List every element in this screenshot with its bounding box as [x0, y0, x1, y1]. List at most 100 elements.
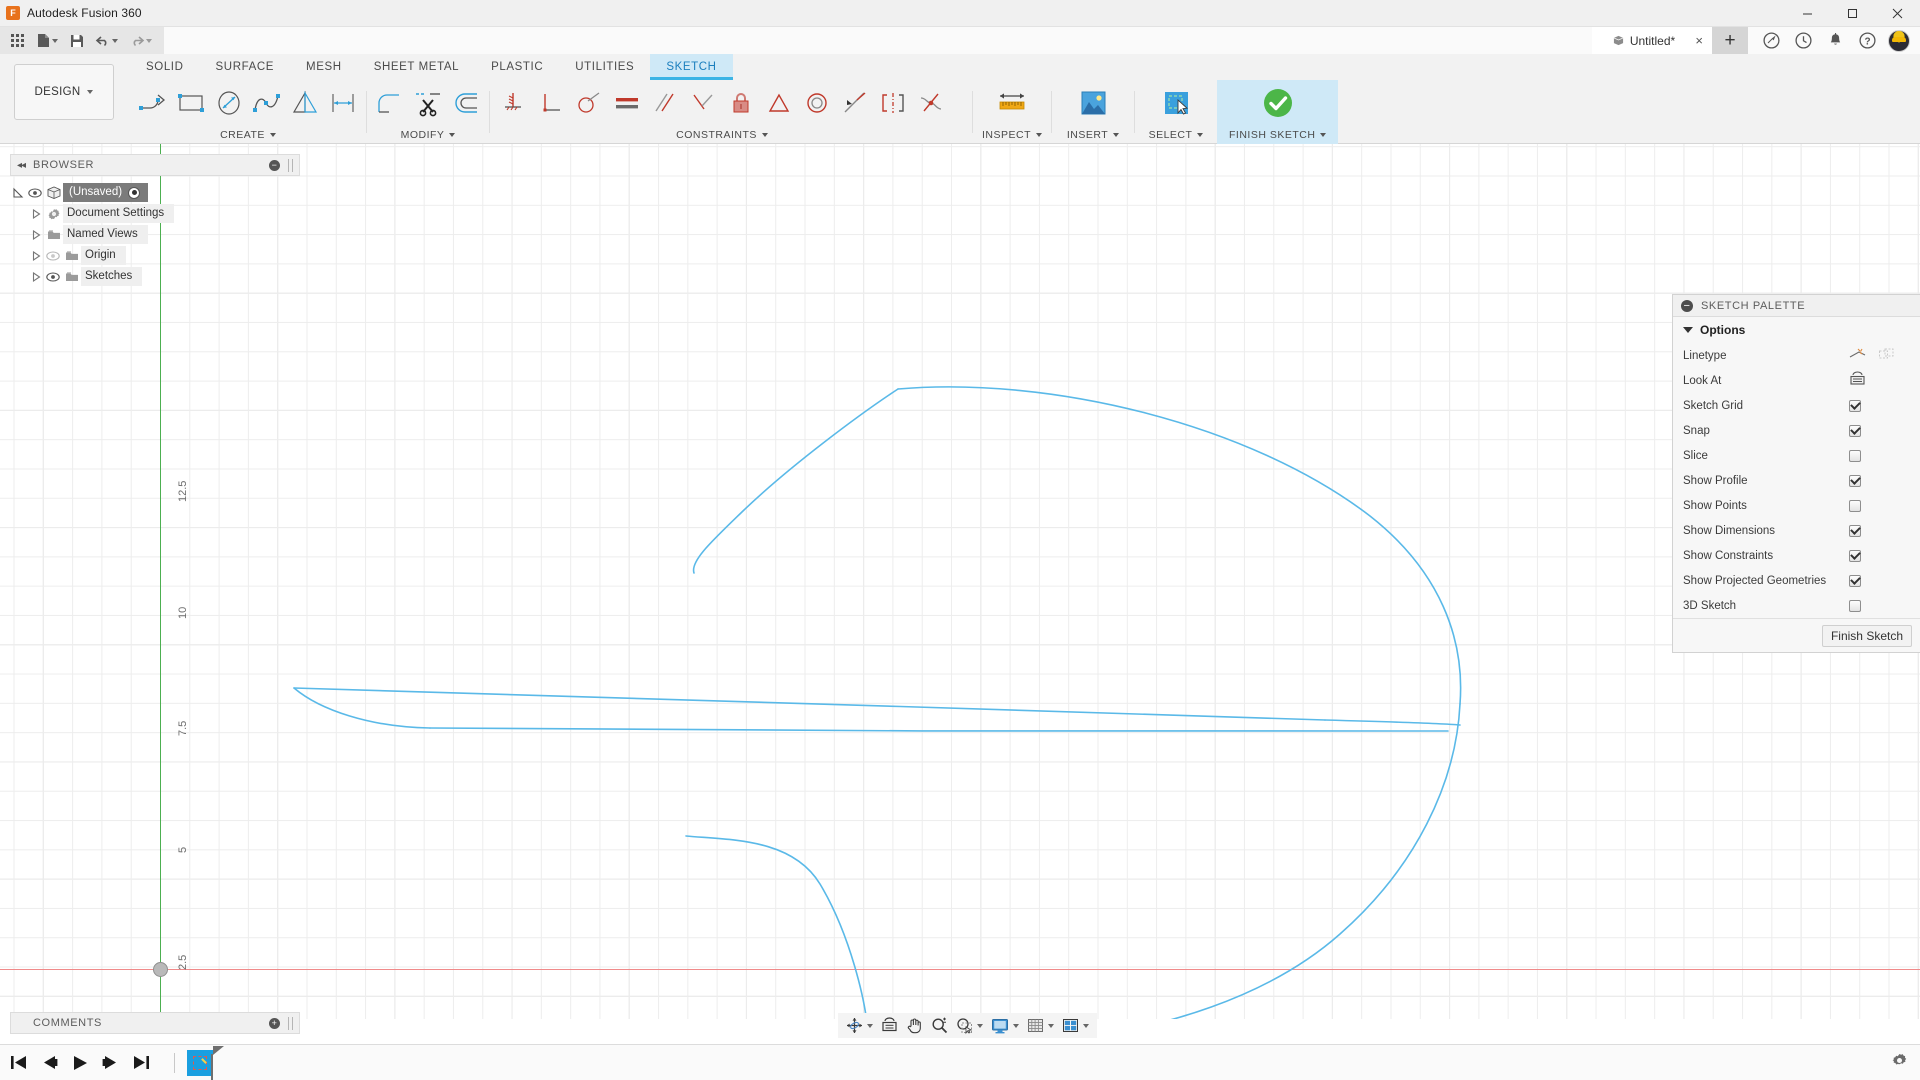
ribbon-group-label-create[interactable]: CREATE — [130, 126, 366, 144]
fix-unfix-icon[interactable] — [494, 81, 532, 125]
insert-image-icon[interactable] — [1070, 81, 1116, 125]
expand-triangle-icon[interactable] — [10, 188, 26, 198]
palette-section-options[interactable]: Options — [1673, 317, 1920, 343]
ribbon-group-label-modify[interactable]: MODIFY — [367, 126, 489, 144]
mirror-icon[interactable] — [286, 81, 324, 125]
notifications-icon[interactable] — [1820, 27, 1850, 54]
activate-component-radio[interactable] — [128, 187, 140, 199]
go-to-beginning-icon[interactable] — [10, 1055, 27, 1070]
browser-item-sketches[interactable]: Sketches — [10, 266, 300, 287]
visibility-eye-off-icon[interactable] — [44, 251, 62, 261]
grid-snaps-icon[interactable] — [1024, 1014, 1057, 1037]
linetype-normal-icon[interactable] — [1849, 347, 1866, 364]
close-icon[interactable] — [1875, 0, 1920, 27]
expand-triangle-icon[interactable] — [28, 209, 44, 219]
expand-triangle-icon[interactable] — [28, 272, 44, 282]
line-icon[interactable] — [134, 81, 172, 125]
collapse-icon[interactable]: ◂◂ — [17, 160, 25, 171]
tab-utilities[interactable]: UTILITIES — [559, 54, 650, 80]
browser-minimize-icon[interactable]: − — [269, 160, 280, 171]
ribbon-group-label-constraints[interactable]: CONSTRAINTS — [490, 126, 954, 144]
ribbon-group-label-insert[interactable]: INSERT — [1052, 126, 1134, 144]
show-constraints-checkbox[interactable] — [1849, 550, 1861, 562]
orbit-icon[interactable] — [843, 1014, 876, 1037]
measure-icon[interactable] — [989, 81, 1035, 125]
step-back-icon[interactable] — [41, 1055, 58, 1070]
undo-icon[interactable] — [90, 29, 124, 53]
zoom-window-icon[interactable] — [953, 1014, 986, 1037]
finish-sketch-button[interactable]: Finish Sketch — [1822, 625, 1912, 647]
concentric-icon[interactable] — [798, 81, 836, 125]
fillet-icon[interactable] — [371, 81, 409, 125]
expand-triangle-icon[interactable] — [28, 251, 44, 261]
browser-item-origin[interactable]: Origin — [10, 245, 300, 266]
show-projected-geometries-checkbox[interactable] — [1849, 575, 1861, 587]
lock-icon[interactable] — [722, 81, 760, 125]
save-icon[interactable] — [64, 29, 90, 53]
timeline-marker-flag[interactable] — [213, 1046, 224, 1055]
timeline-settings-icon[interactable] — [1891, 1052, 1908, 1074]
new-tab-icon[interactable]: + — [1712, 27, 1748, 54]
browser-item-document-settings[interactable]: Document Settings — [10, 203, 300, 224]
trim-icon[interactable] — [409, 81, 447, 125]
visibility-eye-icon[interactable] — [44, 272, 62, 282]
minimize-icon[interactable] — [1785, 0, 1830, 27]
3d-sketch-checkbox[interactable] — [1849, 600, 1861, 612]
browser-item-named-views[interactable]: Named Views — [10, 224, 300, 245]
offset-icon[interactable] — [447, 81, 485, 125]
slice-checkbox[interactable] — [1849, 450, 1861, 462]
visibility-eye-icon[interactable] — [26, 188, 44, 198]
show-dimensions-checkbox[interactable] — [1849, 525, 1861, 537]
select-icon[interactable] — [1153, 81, 1199, 125]
circle-icon[interactable] — [210, 81, 248, 125]
file-icon[interactable] — [30, 29, 64, 53]
redo-icon[interactable] — [124, 29, 158, 53]
document-tab[interactable]: Untitled* × — [1592, 27, 1712, 54]
show-profile-checkbox[interactable] — [1849, 475, 1861, 487]
close-tab-icon[interactable]: × — [1695, 34, 1703, 47]
rectangle-icon[interactable] — [172, 81, 210, 125]
comments-add-icon[interactable]: + — [269, 1018, 280, 1029]
app-grid-icon[interactable] — [4, 29, 30, 53]
expand-triangle-icon[interactable] — [28, 230, 44, 240]
timeline-marker-stem[interactable] — [211, 1054, 213, 1080]
browser-item-unsaved[interactable]: (Unsaved) — [10, 182, 300, 203]
show-points-checkbox[interactable] — [1849, 500, 1861, 512]
linetype-construction-icon[interactable] — [1878, 347, 1895, 364]
tab-solid[interactable]: SOLID — [130, 54, 200, 80]
extensions-icon[interactable] — [1756, 27, 1786, 54]
viewports-icon[interactable] — [1059, 1014, 1092, 1037]
tangent-icon[interactable] — [570, 81, 608, 125]
palette-collapse-icon[interactable]: − — [1681, 300, 1693, 312]
symmetry-icon[interactable] — [874, 81, 912, 125]
collinear-icon[interactable] — [836, 81, 874, 125]
browser-resize-grip[interactable] — [288, 159, 293, 172]
zoom-icon[interactable] — [928, 1014, 951, 1037]
help-icon[interactable]: ? — [1852, 27, 1882, 54]
midpoint-icon[interactable] — [760, 81, 798, 125]
workspace-switcher[interactable]: DESIGN — [14, 64, 114, 120]
play-icon[interactable] — [72, 1055, 88, 1071]
step-forward-icon[interactable] — [102, 1055, 119, 1070]
snap-checkbox[interactable] — [1849, 425, 1861, 437]
pan-icon[interactable] — [903, 1014, 926, 1037]
ribbon-group-label-finish-sketch[interactable]: FINISH SKETCH — [1229, 126, 1326, 144]
avatar[interactable] — [1888, 30, 1910, 52]
curvature-icon[interactable] — [912, 81, 950, 125]
maximize-icon[interactable] — [1830, 0, 1875, 27]
tab-sheet-metal[interactable]: SHEET METAL — [358, 54, 475, 80]
sketch-dimension-icon[interactable] — [324, 81, 362, 125]
tab-sketch[interactable]: SKETCH — [650, 54, 732, 80]
ribbon-group-label-select[interactable]: SELECT — [1135, 126, 1217, 144]
go-to-end-icon[interactable] — [133, 1055, 150, 1070]
perpendicular-icon[interactable] — [532, 81, 570, 125]
coincident-icon[interactable] — [684, 81, 722, 125]
display-settings-icon[interactable] — [988, 1014, 1022, 1037]
sketch-feature-icon[interactable] — [187, 1050, 213, 1076]
equal-icon[interactable] — [608, 81, 646, 125]
finish-sketch-icon[interactable] — [1255, 81, 1301, 125]
job-status-icon[interactable] — [1788, 27, 1818, 54]
look-at-icon[interactable] — [878, 1014, 901, 1037]
tab-surface[interactable]: SURFACE — [200, 54, 291, 80]
sketch-grid-checkbox[interactable] — [1849, 400, 1861, 412]
